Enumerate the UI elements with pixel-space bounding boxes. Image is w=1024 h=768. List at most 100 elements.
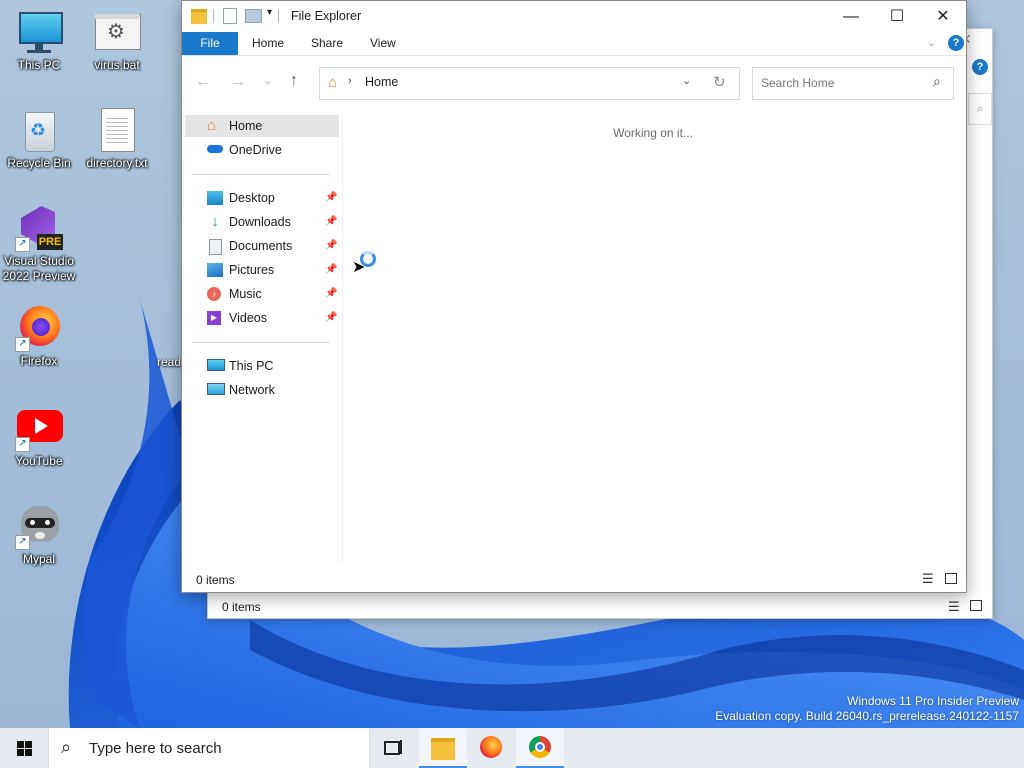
new-folder-icon[interactable] <box>245 9 262 23</box>
windows-logo-icon <box>17 741 24 748</box>
search-box[interactable]: Search Home ⌕ <box>752 67 954 100</box>
pin-icon[interactable]: 📌 <box>325 211 337 233</box>
nav-item-downloads[interactable]: ↓ Downloads 📌 <box>185 211 339 233</box>
help-icon[interactable]: ? <box>972 59 988 75</box>
nav-item-home[interactable]: ⌂ Home <box>185 115 339 137</box>
breadcrumb-separator-icon: › <box>348 75 352 87</box>
desktop-icon-firefox[interactable]: ↗ Firefox <box>0 304 78 369</box>
shortcut-arrow-icon: ↗ <box>15 237 30 252</box>
maximize-button[interactable]: ☐ <box>874 1 920 32</box>
desktop-icon-virus-bat[interactable]: ⚙ virus.bat <box>78 8 156 73</box>
firefox-icon <box>480 736 502 758</box>
address-history-chevron-icon[interactable]: ⌄ <box>682 74 691 87</box>
large-icons-view-icon[interactable] <box>945 573 957 584</box>
evaluation-watermark: Windows 11 Pro Insider Preview Evaluatio… <box>715 694 1019 723</box>
taskbar-search-box[interactable]: ⌕ Type here to search <box>48 728 370 768</box>
shortcut-arrow-icon: ↗ <box>15 337 30 352</box>
taskbar-firefox[interactable] <box>467 728 515 768</box>
nav-item-music[interactable]: ♪ Music 📌 <box>185 283 339 305</box>
nav-item-onedrive[interactable]: OneDrive <box>185 139 339 161</box>
tab-home[interactable]: Home <box>241 32 295 55</box>
ribbon-tabs: File Home Share View ⌄ ? <box>182 32 966 56</box>
pin-icon[interactable]: 📌 <box>325 307 337 329</box>
taskbar-search-input[interactable]: Type here to search <box>89 740 222 757</box>
youtube-icon: ↗ <box>15 404 63 452</box>
desktop-icon-visual-studio[interactable]: PRE ↗ Visual Studio 2022 Preview <box>0 204 78 284</box>
videos-icon: ▶ <box>207 311 221 325</box>
properties-icon[interactable] <box>223 8 237 24</box>
desktop-icon-label: Mypal <box>22 552 55 566</box>
status-item-count: 0 items <box>222 600 261 614</box>
desktop-icon-mypal[interactable]: ↗ Mypal <box>0 502 78 567</box>
batch-file-icon: ⚙ <box>93 8 141 56</box>
status-bar: 0 items ☰ <box>182 567 966 591</box>
up-arrow-icon[interactable]: ↑ <box>290 72 298 90</box>
desktop-icon-directory-txt[interactable]: directory.txt <box>78 106 156 171</box>
desktop-icon-label: directory.txt <box>86 156 148 170</box>
navigation-pane: ⌂ Home OneDrive Desktop 📌 ↓ Downloads 📌 … <box>182 113 342 563</box>
file-explorer-window[interactable]: ▾ File Explorer — ☐ ✕ File Home Share Vi… <box>181 0 967 593</box>
large-icons-view-icon[interactable] <box>970 600 982 611</box>
text-file-icon <box>93 106 141 154</box>
content-area[interactable]: Working on it... <box>343 113 963 563</box>
network-icon <box>207 383 225 395</box>
pin-icon[interactable]: 📌 <box>325 187 337 209</box>
nav-item-pictures[interactable]: Pictures 📌 <box>185 259 339 281</box>
taskbar-file-explorer[interactable] <box>419 728 467 768</box>
folder-icon <box>191 9 207 24</box>
recent-locations-chevron-icon[interactable]: ⌄ <box>263 74 272 87</box>
customize-toolbar-chevron-icon[interactable]: ▾ <box>267 7 272 18</box>
desktop-icon-label: Firefox <box>20 354 58 368</box>
pin-icon[interactable]: 📌 <box>325 235 337 257</box>
taskbar: ⌕ Type here to search <box>0 728 1024 768</box>
tab-view[interactable]: View <box>359 32 407 55</box>
desktop-icon-youtube[interactable]: ↗ YouTube <box>0 404 78 469</box>
breadcrumb-home[interactable]: Home <box>365 75 398 89</box>
task-view-button[interactable] <box>368 728 416 768</box>
nav-item-desktop[interactable]: Desktop 📌 <box>185 187 339 209</box>
desktop-icon-label: virus.bat <box>94 58 140 72</box>
search-icon[interactable]: ⌕ <box>968 93 992 125</box>
close-button[interactable]: ✕ <box>920 1 966 32</box>
title-bar[interactable]: ▾ File Explorer — ☐ ✕ <box>182 1 966 32</box>
shortcut-arrow-icon: ↗ <box>15 535 30 550</box>
music-icon: ♪ <box>207 287 221 301</box>
tab-file[interactable]: File <box>182 32 238 55</box>
desktop-icon-recycle-bin[interactable]: ♻ Recycle Bin <box>0 106 78 171</box>
divider <box>213 9 214 23</box>
address-bar[interactable]: ⌂ › Home ⌄ ↻ <box>319 67 740 100</box>
this-pc-icon <box>207 359 225 371</box>
desktop-icon-label: This PC <box>17 58 61 72</box>
desktop-icon-label: Recycle Bin <box>7 156 71 170</box>
search-icon[interactable]: ⌕ <box>933 73 941 90</box>
desktop-icon-label-partial[interactable]: read <box>157 355 181 369</box>
search-input[interactable]: Search Home <box>761 76 834 90</box>
nav-item-videos[interactable]: ▶ Videos 📌 <box>185 307 339 329</box>
task-view-icon <box>384 741 400 755</box>
help-icon[interactable]: ? <box>948 35 964 51</box>
onedrive-cloud-icon <box>207 145 223 153</box>
minimize-button[interactable]: — <box>828 1 874 32</box>
recycle-bin-icon: ♻ <box>15 106 63 154</box>
tab-share[interactable]: Share <box>300 32 354 55</box>
desktop-icon-this-pc[interactable]: This PC <box>0 8 78 73</box>
back-arrow-icon[interactable]: ← <box>195 73 211 91</box>
mypal-raccoon-icon: ↗ <box>15 502 63 550</box>
firefox-icon: ↗ <box>15 304 63 352</box>
window-title: File Explorer <box>291 9 362 23</box>
details-view-icon[interactable]: ☰ <box>948 599 960 615</box>
refresh-icon[interactable]: ↻ <box>713 73 726 91</box>
details-view-icon[interactable]: ☰ <box>922 571 934 587</box>
nav-item-documents[interactable]: Documents 📌 <box>185 235 339 257</box>
search-icon: ⌕ <box>61 737 72 757</box>
expand-ribbon-chevron-icon[interactable]: ⌄ <box>927 36 936 49</box>
nav-item-network[interactable]: Network <box>185 379 339 401</box>
documents-icon <box>209 239 222 255</box>
home-icon: ⌂ <box>328 74 338 91</box>
nav-item-this-pc[interactable]: This PC <box>185 355 339 377</box>
start-button[interactable] <box>0 728 48 768</box>
pin-icon[interactable]: 📌 <box>325 283 337 305</box>
taskbar-chrome[interactable] <box>516 728 564 768</box>
pin-icon[interactable]: 📌 <box>325 259 337 281</box>
forward-arrow-icon[interactable]: → <box>230 73 246 91</box>
